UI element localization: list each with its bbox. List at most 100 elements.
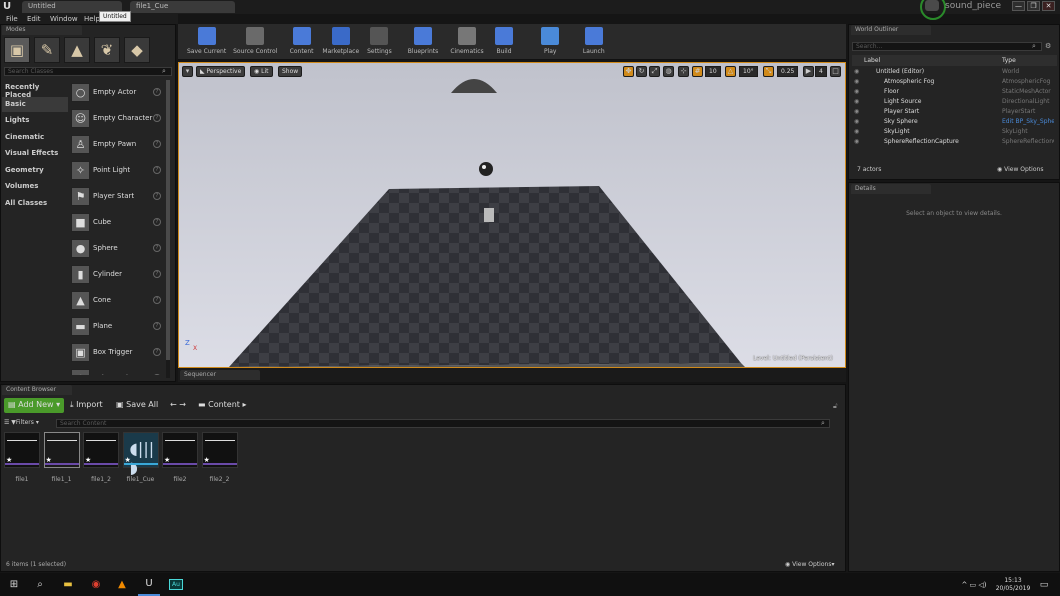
help-icon[interactable]: ? (153, 88, 161, 96)
place-item-empty-actor[interactable]: ○ Empty Actor? (69, 81, 165, 105)
lit-button[interactable]: ◉ Lit (250, 66, 273, 77)
toolbar-blueprints-button[interactable]: Blueprints (402, 27, 444, 59)
viewport-options-chevron-icon[interactable]: ▾ (182, 66, 193, 77)
place-item-sphere-trigger[interactable]: ◎Sphere Trigger? (69, 367, 165, 375)
help-icon[interactable]: ? (153, 348, 161, 356)
visibility-eye-icon[interactable]: ◉ (854, 78, 859, 85)
place-item-cube[interactable]: ■ Cube? (69, 211, 165, 235)
search-taskbar-icon[interactable]: ⌕ (30, 573, 50, 596)
toolbar-cinematics-button[interactable]: Cinematics (446, 27, 488, 59)
outliner-search-input[interactable]: Search... (852, 42, 1042, 51)
filters-button[interactable]: ☰ ▼Filters ▾ (4, 419, 39, 426)
place-item-cylinder[interactable]: ▮ Cylinder? (69, 263, 165, 287)
toolbar-settings-button[interactable]: Settings (362, 27, 397, 59)
tab-file1-cue[interactable]: file1_Cue (130, 1, 235, 13)
place-item-plane[interactable]: ▬ Plane? (69, 315, 165, 339)
visibility-eye-icon[interactable]: ◉ (854, 118, 859, 125)
outliner-settings-icon[interactable]: ⚙ (1045, 42, 1051, 50)
help-icon[interactable]: ? (153, 166, 161, 174)
help-icon[interactable]: ? (153, 270, 161, 278)
help-icon[interactable]: ? (153, 192, 161, 200)
toolbar-marketplace-button[interactable]: Marketplace (318, 27, 364, 59)
grid-snap-value[interactable]: 10 (705, 66, 721, 77)
category-geometry[interactable]: Geometry (2, 163, 68, 178)
rotate-mode-icon[interactable]: ↻ (636, 66, 647, 77)
toolbar-launch-button[interactable]: Launch (580, 27, 608, 59)
place-item-empty-pawn[interactable]: ♙ Empty Pawn? (69, 133, 165, 157)
category-basic[interactable]: Basic (2, 96, 68, 112)
category-cinematic[interactable]: Cinematic (2, 130, 68, 145)
toolbar-play-button[interactable]: Play (540, 27, 560, 59)
toolbar-save-current-button[interactable]: Save Current (182, 27, 231, 59)
windows-start-icon[interactable]: ⊞ (4, 573, 24, 596)
unreal-taskbar-icon[interactable]: U (138, 573, 160, 596)
file-explorer-icon[interactable]: ▬ (58, 573, 78, 596)
outliner-row[interactable]: ◉ SkyLight SkyLight (852, 127, 1057, 137)
rotation-snap-icon[interactable]: △ (725, 66, 736, 77)
add-new-button[interactable]: ▤ Add New ▾ (4, 398, 65, 413)
menu-help[interactable]: Help (84, 15, 100, 23)
geometry-mode-icon[interactable]: ◆ (124, 37, 150, 63)
modes-tab[interactable]: Modes (2, 25, 82, 35)
outliner-row[interactable]: ◉ SphereReflectionCapture SphereReflection… (852, 137, 1057, 147)
camera-speed-value[interactable]: 4 (815, 66, 827, 77)
asset-file2[interactable]: ★ (162, 432, 198, 468)
outliner-view-options[interactable]: ◉ View Options (997, 166, 1043, 173)
source-control-icon[interactable] (925, 0, 939, 11)
audition-taskbar-icon[interactable]: Au (166, 573, 186, 596)
lock-icon[interactable]: 🔓︎ (833, 402, 838, 411)
asset-file1_1[interactable]: ★ (43, 432, 80, 468)
category-volumes[interactable]: Volumes (2, 179, 68, 194)
visibility-eye-icon[interactable]: ◉ (854, 98, 859, 105)
col-type[interactable]: Type (1002, 57, 1016, 64)
details-tab[interactable]: Details (851, 184, 931, 194)
toolbar-content-button[interactable]: Content (286, 27, 317, 59)
outliner-row[interactable]: ◉ Floor StaticMeshActor (852, 87, 1057, 97)
visibility-eye-icon[interactable]: ◉ (854, 88, 859, 95)
asset-file1[interactable]: ★ (4, 432, 40, 468)
foliage-mode-icon[interactable]: ❦ (94, 37, 120, 63)
outliner-row[interactable]: ◉ Untitled (Editor) World (852, 67, 1057, 77)
asset-file1_cue[interactable]: ◖|||◗ ★ (122, 432, 159, 477)
modes-scrollbar[interactable] (166, 80, 170, 378)
outliner-row[interactable]: ◉ Sky Sphere Edit BP_Sky_Sphe (852, 117, 1057, 127)
asset-file1_2[interactable]: ★ (83, 432, 119, 468)
place-item-empty-character[interactable]: ☺ Empty Character? (69, 107, 165, 131)
content-path[interactable]: ▬ Content ▸ (194, 398, 251, 413)
place-mode-icon[interactable]: ▣ (4, 37, 30, 63)
clock-time[interactable]: 15:13 (998, 577, 1028, 584)
notifications-icon[interactable]: ▭ (1036, 573, 1052, 596)
place-item-box-trigger[interactable]: ▣ Box Trigger? (69, 341, 165, 365)
visibility-eye-icon[interactable]: ◉ (854, 68, 859, 75)
place-item-point-light[interactable]: ✧ Point Light? (69, 159, 165, 183)
content-search-input[interactable]: Search Content (56, 419, 830, 428)
maximize-viewport-icon[interactable]: □ (830, 66, 841, 77)
menu-file[interactable]: File (6, 15, 18, 23)
back-forward-icon[interactable]: ← → (166, 398, 190, 413)
scale-mode-icon[interactable]: ⤢ (649, 66, 660, 77)
category-recently-placed[interactable]: Recently Placed (2, 80, 68, 99)
place-item-cone[interactable]: ▲ Cone? (69, 289, 165, 313)
show-button[interactable]: Show (278, 66, 303, 77)
help-icon[interactable]: ? (153, 374, 161, 375)
search-classes-input[interactable]: Search Classes (4, 67, 172, 76)
toolbar-source-control-button[interactable]: Source Control (227, 27, 283, 59)
import-button[interactable]: ⤓ Import (66, 398, 107, 413)
paint-mode-icon[interactable]: ✎ (34, 37, 60, 63)
world-local-icon[interactable]: ◍ (663, 66, 674, 77)
scale-snap-icon[interactable]: ⤡ (763, 66, 774, 77)
sequencer-tab[interactable]: Sequencer (180, 370, 260, 380)
save-all-button[interactable]: ▣ Save All (112, 398, 162, 413)
landscape-mode-icon[interactable]: ▲ (64, 37, 90, 63)
close-button[interactable]: ✕ (1042, 1, 1055, 11)
perspective-button[interactable]: ◣ Perspective (196, 66, 246, 77)
category-visual-effects[interactable]: Visual Effects (2, 146, 68, 161)
col-label[interactable]: Label (864, 57, 880, 64)
menu-window[interactable]: Window (50, 15, 78, 23)
chrome-icon[interactable]: ◉ (86, 573, 106, 596)
help-icon[interactable]: ? (153, 140, 161, 148)
clock-date[interactable]: 20/05/2019 (994, 585, 1032, 592)
minimize-button[interactable]: — (1012, 1, 1025, 11)
world-outliner-tab[interactable]: World Outliner (851, 25, 931, 35)
outliner-row-type[interactable]: Edit BP_Sky_Sphe (1002, 118, 1054, 125)
